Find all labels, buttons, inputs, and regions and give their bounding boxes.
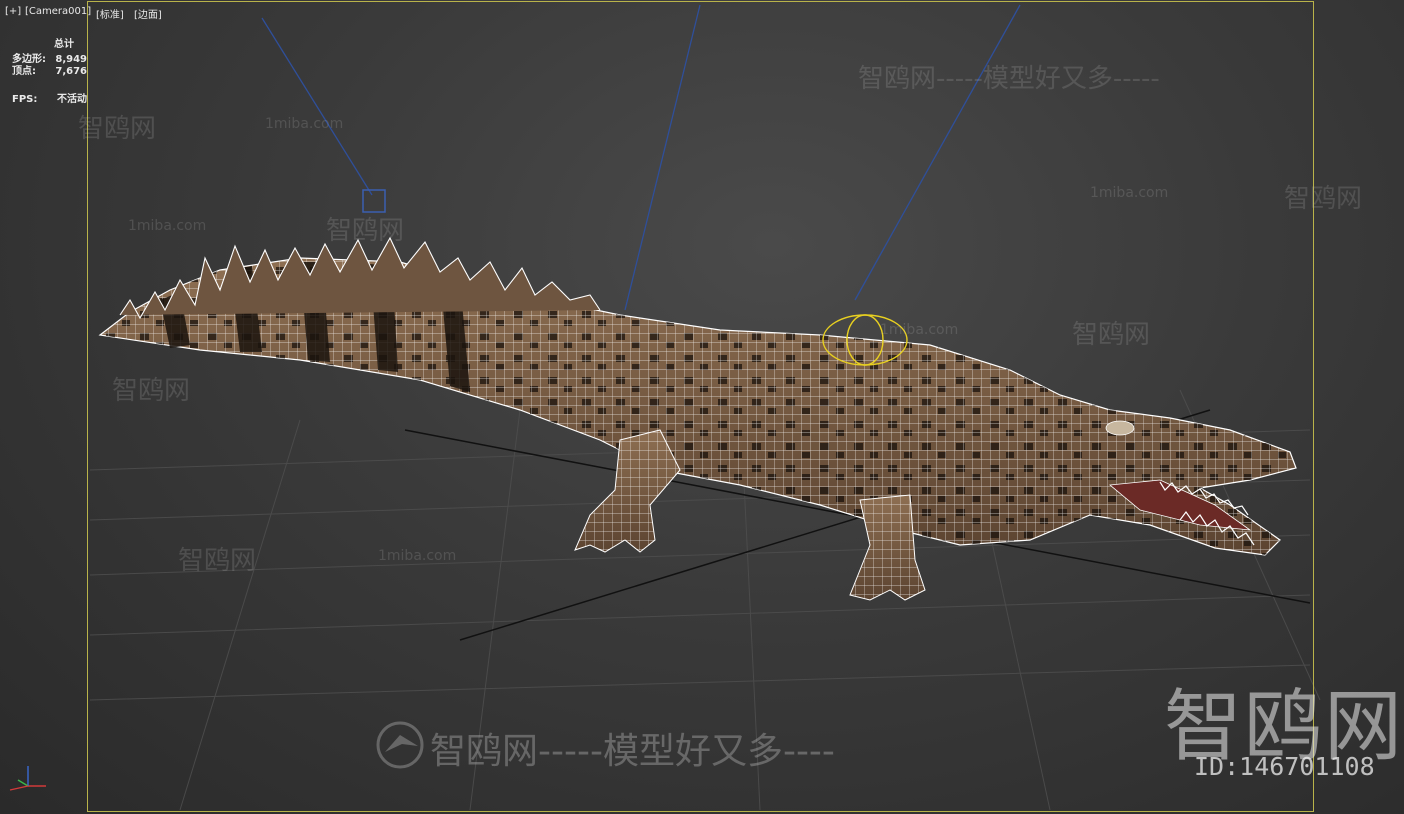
watermark-brand: 智鸥网 <box>178 546 257 576</box>
axis-gizmo-icon <box>9 766 46 791</box>
watermark-brand: 智鸥网 <box>1284 184 1363 214</box>
watermark-site: 1miba.com <box>128 218 207 234</box>
watermark-site: 1miba.com <box>1090 185 1169 201</box>
stats-vertices-row: 顶点: 7,676 <box>12 64 87 80</box>
watermark-brand: 智鸥网 <box>1072 320 1151 350</box>
watermark-slogan-top: 智鸥网-----模型好又多----- <box>858 64 1160 94</box>
watermark-site: 1miba.com <box>378 548 457 564</box>
viewport-display-label[interactable]: [边面] <box>134 6 162 21</box>
watermark-brand: 智鸥网 <box>326 216 405 246</box>
camera-viewport[interactable]: [+] [Camera001] [标准] [边面] 总计 多边形: 8,949 … <box>0 0 1404 814</box>
stats-header: 总计 <box>54 39 74 50</box>
stats-vertices-value: 7,676 <box>55 66 87 77</box>
watermark-site: 1miba.com <box>880 322 959 338</box>
stats-fps-label: FPS: <box>12 94 38 105</box>
watermark-model-id: ID:146701108 <box>1194 752 1375 781</box>
stats-fps-value: 不活动 <box>57 94 87 105</box>
watermark-site: 1miba.com <box>265 116 344 132</box>
viewport-camera-label[interactable]: [Camera001] <box>25 6 91 17</box>
watermark-brand: 智鸥网 <box>112 376 191 406</box>
viewport-statistics: 总计 多边形: 8,949 顶点: 7,676 FPS: 不活动 <box>12 38 87 108</box>
watermark-slogan-bottom: 智鸥网-----模型好又多---- <box>430 731 835 772</box>
stats-vertices-label: 顶点: <box>12 66 36 77</box>
viewport-menu-plus[interactable]: [+] <box>5 6 21 17</box>
stats-fps-row: FPS: 不活动 <box>12 92 87 108</box>
watermark-brand: 智鸥网 <box>78 114 157 144</box>
viewport-shading-label[interactable]: [标准] <box>96 6 124 21</box>
